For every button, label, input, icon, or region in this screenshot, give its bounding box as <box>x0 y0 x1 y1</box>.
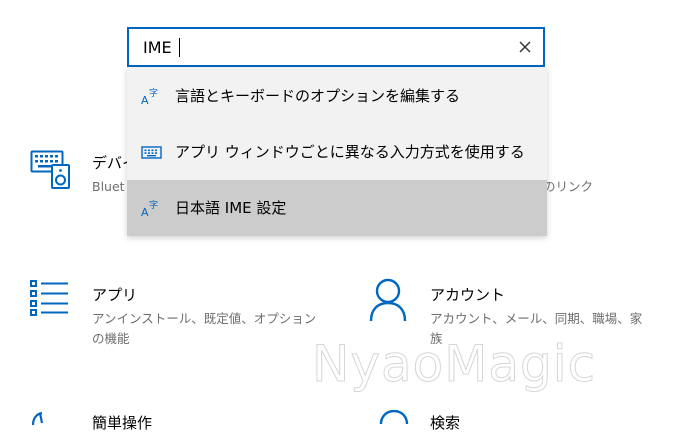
keyboard-icon <box>141 143 163 161</box>
person-icon <box>369 278 407 326</box>
tile-ease-of-access-title: 簡単操作 <box>92 414 153 432</box>
svg-text:字: 字 <box>149 87 158 99</box>
svg-text:A: A <box>141 206 149 217</box>
suggestion-item-selected[interactable]: A 字 日本語 IME 設定 <box>127 180 547 236</box>
svg-text:A: A <box>141 94 149 105</box>
ease-of-access-icon <box>30 410 54 429</box>
tile-devices-desc-left: Bluet <box>92 179 125 194</box>
suggestion-label: アプリ ウィンドウごとに異なる入力方式を使用する <box>175 143 525 161</box>
tile-apps-desc-line1: アンインストール、既定値、オプション <box>92 311 317 326</box>
clear-button[interactable] <box>515 37 535 57</box>
apps-list-icon <box>30 280 70 320</box>
search-icon <box>379 409 409 428</box>
text-caret <box>179 38 180 57</box>
close-icon <box>519 41 531 53</box>
suggestion-label: 言語とキーボードのオプションを編集する <box>175 87 461 105</box>
search-box[interactable] <box>127 27 545 67</box>
tile-devices-desc-right: のリンク <box>543 179 594 194</box>
watermark: NyaoMagic <box>311 335 597 394</box>
tile-accounts-desc-line1: アカウント、メール、同期、職場、家 <box>430 311 643 326</box>
svg-text:字: 字 <box>149 199 158 211</box>
search-input[interactable] <box>143 29 503 65</box>
search-suggestions: A 字 言語とキーボードのオプションを編集する アプリ ウィンドウごとに異なる入… <box>127 67 547 236</box>
language-icon: A 字 <box>141 87 163 107</box>
suggestion-label: 日本語 IME 設定 <box>175 199 287 217</box>
tile-apps-title: アプリ <box>92 286 138 304</box>
tile-apps-desc-line2: の機能 <box>92 331 130 346</box>
suggestion-item[interactable]: A 字 言語とキーボードのオプションを編集する <box>127 68 547 124</box>
devices-icon <box>30 150 72 194</box>
tile-accounts-title: アカウント <box>430 286 506 304</box>
suggestion-item[interactable]: アプリ ウィンドウごとに異なる入力方式を使用する <box>127 124 547 180</box>
tile-search-title: 検索 <box>430 414 461 432</box>
language-icon: A 字 <box>141 199 163 219</box>
